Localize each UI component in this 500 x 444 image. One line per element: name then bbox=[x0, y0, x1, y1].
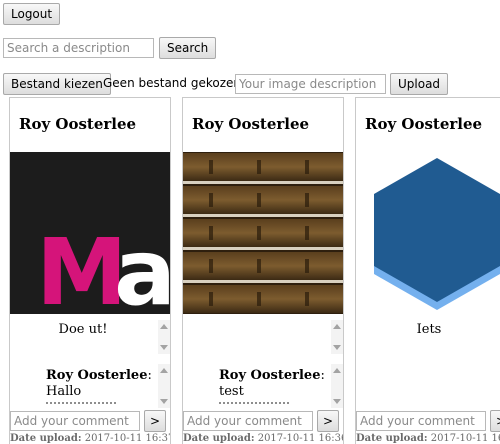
description-box[interactable]: Doe ut! bbox=[10, 320, 170, 354]
image-card: Roy Oosterlee Iets > Date upload: 2017-1… bbox=[355, 97, 500, 444]
plank-row bbox=[183, 153, 343, 184]
scroll-down-icon[interactable] bbox=[333, 345, 341, 350]
logout-button[interactable]: Logout bbox=[3, 3, 61, 25]
comments-box[interactable]: Roy Oosterlee: Hallo bbox=[10, 364, 170, 408]
card-image bbox=[183, 152, 343, 314]
card-image bbox=[356, 152, 500, 314]
comment-author: Roy Oosterlee: bbox=[219, 368, 325, 383]
image-description-input[interactable] bbox=[235, 74, 386, 94]
send-comment-button[interactable]: > bbox=[144, 410, 166, 432]
description-box[interactable] bbox=[183, 320, 343, 354]
image-card: Roy Oosterlee M a Doe ut! Roy Oosterlee:… bbox=[9, 97, 171, 444]
comment-author: Roy Oosterlee: bbox=[46, 368, 152, 383]
card-author: Roy Oosterlee bbox=[19, 115, 137, 133]
comments-scrollbar[interactable] bbox=[158, 364, 170, 408]
scroll-up-icon[interactable] bbox=[160, 368, 168, 373]
search-button[interactable]: Search bbox=[159, 37, 217, 59]
image-card: Roy Oosterlee Roy Oosterlee: test Add yo… bbox=[182, 97, 344, 444]
comment-input[interactable] bbox=[183, 411, 313, 431]
magenta-ma-logo-icon: M a bbox=[10, 152, 171, 314]
comment-text: test bbox=[219, 384, 244, 399]
scroll-up-icon[interactable] bbox=[160, 324, 168, 329]
no-file-chosen-text: Geen bestand gekozen bbox=[103, 76, 241, 90]
scroll-down-icon[interactable] bbox=[160, 399, 168, 404]
comments-box[interactable]: Roy Oosterlee: test bbox=[183, 364, 343, 408]
comment-overflow bbox=[219, 402, 289, 408]
comments-scrollbar[interactable] bbox=[331, 364, 343, 408]
description-scrollbar[interactable] bbox=[158, 320, 170, 354]
comment-input[interactable] bbox=[10, 411, 140, 431]
plank-row bbox=[183, 252, 343, 283]
choose-file-button[interactable]: Bestand kiezen bbox=[3, 73, 111, 95]
wooden-planks-texture-icon bbox=[183, 152, 343, 314]
scroll-up-icon[interactable] bbox=[333, 368, 341, 373]
scroll-up-icon[interactable] bbox=[333, 324, 341, 329]
send-comment-button[interactable]: > bbox=[490, 410, 500, 432]
comment-text: Hallo bbox=[46, 384, 82, 399]
send-comment-button[interactable]: > bbox=[317, 410, 339, 432]
description-box[interactable]: Iets bbox=[356, 320, 500, 354]
upload-button[interactable]: Upload bbox=[390, 73, 449, 95]
card-description: Doe ut! bbox=[58, 322, 108, 337]
upload-date: Date upload: 2017-10-11 16:36: bbox=[356, 433, 500, 444]
plank-row bbox=[183, 219, 343, 250]
plank-row bbox=[183, 285, 343, 313]
upload-date: Date upload: 2017-10-11 16:37:11 bbox=[10, 433, 170, 444]
card-image: M a bbox=[10, 152, 171, 314]
description-scrollbar[interactable] bbox=[331, 320, 343, 354]
search-input[interactable] bbox=[3, 38, 154, 58]
comment-input[interactable] bbox=[356, 411, 486, 431]
blue-hexagon-icon bbox=[356, 152, 500, 314]
logo-a-letter: a bbox=[114, 219, 171, 314]
card-author: Roy Oosterlee bbox=[365, 115, 483, 133]
card-description: Iets bbox=[416, 322, 442, 337]
upload-date: Date upload: 2017-10-11 16:36:48 bbox=[183, 433, 343, 444]
scroll-down-icon[interactable] bbox=[160, 345, 168, 350]
plank-row bbox=[183, 186, 343, 217]
comment-overflow bbox=[46, 402, 116, 408]
card-author: Roy Oosterlee bbox=[192, 115, 310, 133]
scroll-down-icon[interactable] bbox=[333, 399, 341, 404]
